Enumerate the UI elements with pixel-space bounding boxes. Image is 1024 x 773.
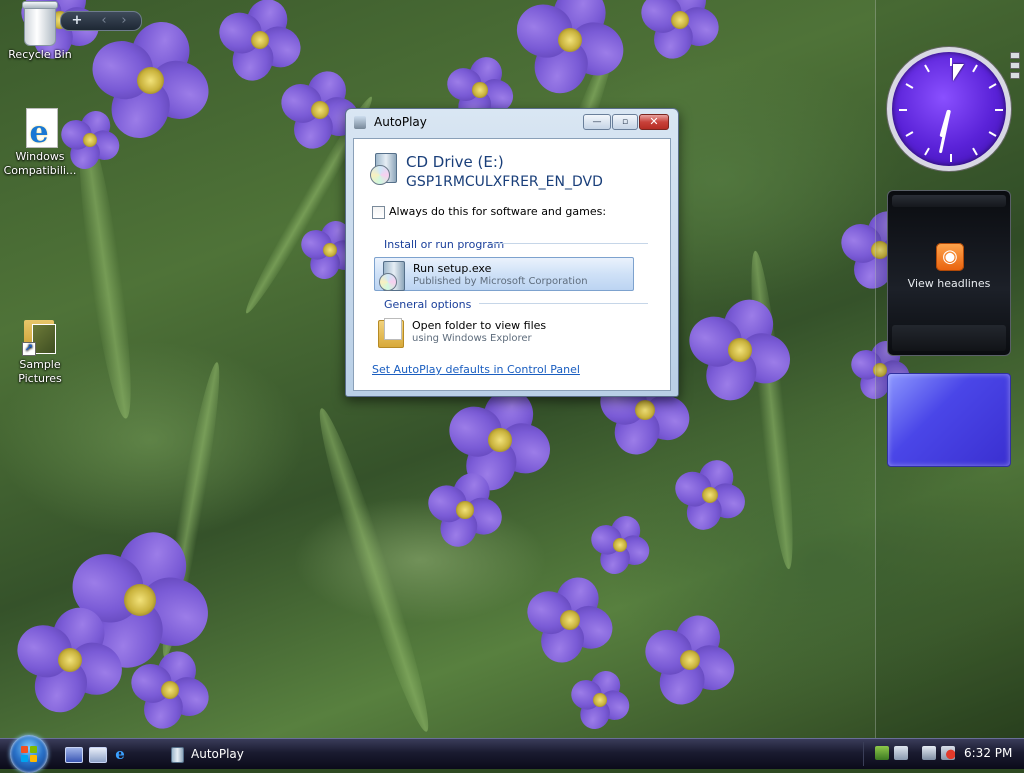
- folder-shortcut-icon: ↗: [22, 318, 58, 356]
- desktop-icon-sample-pictures[interactable]: ↗ Sample Pictures: [1, 318, 79, 386]
- window-title: AutoPlay: [374, 115, 427, 129]
- minimize-button[interactable]: —: [583, 114, 611, 130]
- group-divider: [479, 303, 648, 304]
- maximize-button[interactable]: ▫: [612, 114, 638, 130]
- clock-gadget[interactable]: [887, 47, 1011, 171]
- recycle-bin-icon: [22, 1, 58, 46]
- option-subtitle: Published by Microsoft Corporation: [413, 276, 588, 287]
- rss-icon: ◉: [936, 243, 964, 271]
- previous-page-button[interactable]: ‹: [95, 12, 113, 30]
- network-warning-icon[interactable]: [922, 746, 936, 760]
- sidebar-scroll-arrows[interactable]: [1009, 49, 1021, 89]
- cd-drive-icon: [370, 153, 397, 185]
- tray-separator: [863, 742, 864, 766]
- option-title: Open folder to view files: [412, 319, 547, 332]
- window-titlebar[interactable]: AutoPlay — ▫ ✕: [346, 109, 678, 135]
- sidebar-icon[interactable]: [894, 746, 908, 760]
- feed-gadget-label: View headlines: [907, 277, 991, 290]
- windows-start-orb[interactable]: [10, 735, 48, 773]
- option-subtitle: using Windows Explorer: [412, 333, 532, 344]
- drive-volume-label: GSP1RMCULXFRER_EN_DVD: [406, 174, 603, 190]
- group-heading-general: General options: [384, 298, 472, 311]
- desktop-icon-windows-compatibility[interactable]: e Windows Compatibili...: [1, 108, 79, 178]
- switch-windows-icon[interactable]: [89, 747, 107, 763]
- window-content: CD Drive (E:) GSP1RMCULXFRER_EN_DVD Alwa…: [353, 138, 671, 391]
- option-title: Run setup.exe: [413, 262, 492, 275]
- show-desktop-icon[interactable]: [65, 747, 83, 763]
- close-button[interactable]: ✕: [639, 114, 669, 130]
- feed-headlines-gadget[interactable]: ◉ View headlines: [887, 190, 1011, 356]
- always-do-this-label[interactable]: Always do this for software and games:: [389, 205, 606, 218]
- run-setup-option[interactable]: Run setup.exe Published by Microsoft Cor…: [374, 257, 634, 291]
- desktop-icon-label: Sample Pictures: [18, 358, 62, 385]
- autoplay-icon: [354, 116, 366, 129]
- control-panel-link[interactable]: Set AutoPlay defaults in Control Panel: [372, 363, 580, 376]
- internet-explorer-icon[interactable]: e: [112, 747, 128, 762]
- taskbar: e AutoPlay 6:32 PM: [0, 735, 1024, 773]
- always-do-this-checkbox[interactable]: [372, 206, 385, 219]
- group-divider: [489, 243, 648, 244]
- group-heading-install: Install or run program: [384, 238, 505, 251]
- autoplay-icon: [171, 747, 184, 763]
- sidebar-controls: + ‹ ›: [60, 11, 142, 31]
- taskbar-button-autoplay[interactable]: AutoPlay: [160, 742, 280, 766]
- taskbar-button-label: AutoPlay: [191, 747, 244, 761]
- autoplay-window: AutoPlay — ▫ ✕ CD Drive (E:) GSP1RMCULXF…: [345, 108, 679, 397]
- mouse-cursor: [953, 64, 964, 81]
- add-gadget-button[interactable]: +: [67, 12, 87, 30]
- internet-explorer-icon: e: [20, 108, 60, 148]
- cd-setup-icon: [379, 261, 405, 291]
- open-folder-option[interactable]: Open folder to view files using Windows …: [374, 315, 634, 349]
- taskbar-clock[interactable]: 6:32 PM: [964, 746, 1012, 760]
- desktop-icon-label: Recycle Bin: [8, 48, 72, 61]
- volume-muted-icon[interactable]: [941, 746, 955, 760]
- network-icon[interactable]: [875, 746, 889, 760]
- desktop-icon-label: Windows Compatibili...: [3, 150, 77, 177]
- next-page-button[interactable]: ›: [115, 12, 133, 30]
- windows-logo-icon: [21, 746, 37, 762]
- folder-icon: [378, 318, 404, 348]
- slideshow-gadget[interactable]: [887, 373, 1011, 467]
- drive-name: CD Drive (E:): [406, 153, 504, 171]
